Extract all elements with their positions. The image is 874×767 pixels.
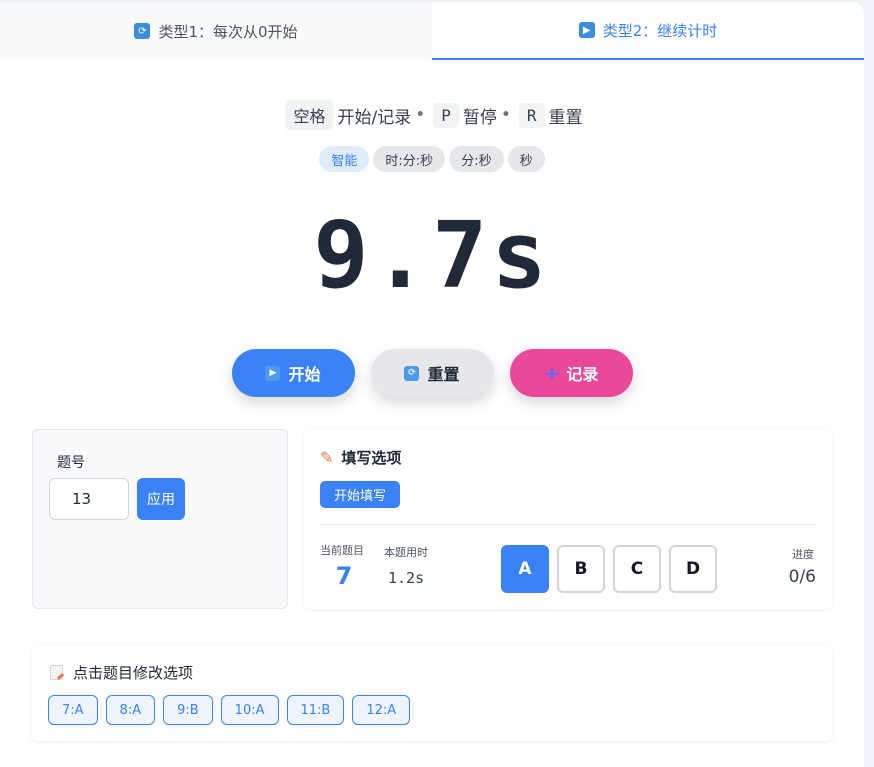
format-selector: 智能 时:分:秒 分:秒 秒 [0,146,864,172]
option-b-button[interactable]: B [557,545,605,593]
apply-button[interactable]: 应用 [137,478,185,520]
history-title-text: 点击题目修改选项 [73,664,194,682]
plus-icon: + [543,361,561,385]
option-d-button[interactable]: D [669,545,717,593]
option-c-button[interactable]: C [613,545,661,593]
refresh-icon: ⟳ [134,23,151,39]
option-a-button[interactable]: A [501,545,549,593]
reset-label: 重置 [427,365,460,384]
fill-panel: ✎ 填写选项 开始填写 当前题目 7 本题用时 1.2s A B C D 进度 … [304,429,832,609]
question-number-input[interactable] [49,478,129,520]
tab-type1-label: 类型1：每次从0开始 [158,22,298,41]
timer-card: ⟳ 类型1：每次从0开始 ▶ 类型2：继续计时 空格 开始/记录 • P 暂停 … [0,2,864,767]
history-title: 点击题目修改选项 [50,662,193,683]
fill-title-text: 填写选项 [341,449,402,467]
space-key: 空格 [285,100,334,130]
history-item[interactable]: 11:B [286,695,345,725]
tab-type2[interactable]: ▶ 类型2：继续计时 [432,2,864,60]
tab-type1[interactable]: ⟳ 类型1：每次从0开始 [0,2,432,60]
divider [320,524,816,525]
memo-icon [50,665,63,680]
history-item[interactable]: 7:A [48,695,98,725]
p-key: P [433,102,459,128]
start-button[interactable]: ▶ 开始 [231,349,355,397]
start-fill-button[interactable]: 开始填写 [320,481,401,508]
history-item[interactable]: 10:A [220,695,279,725]
start-label: 开始 [288,365,321,384]
pause-hint: 暂停 [462,107,497,128]
history-item[interactable]: 12:A [352,695,411,725]
format-ms[interactable]: 分:秒 [449,146,504,172]
question-label: 题号 [57,455,85,471]
current-question-label: 当前题目 [320,544,364,557]
play-icon: ▶ [265,365,281,381]
r-key: R [518,102,545,128]
current-question-value: 7 [335,562,353,590]
format-s[interactable]: 秒 [507,146,545,172]
separator: • [415,105,426,125]
refresh-icon: ⟳ [404,365,420,381]
separator: • [500,105,511,125]
question-time-label: 本题用时 [384,546,428,559]
record-label: 记录 [566,365,599,384]
action-buttons: ▶ 开始 ⟳ 重置 + 记录 [0,349,864,397]
fill-title: ✎ 填写选项 [320,447,401,468]
play-icon: ▶ [578,22,595,38]
format-hms[interactable]: 时:分:秒 [373,146,446,172]
shortcut-hints: 空格 开始/记录 • P 暂停 • R 重置 [0,100,864,130]
question-time-value: 1.2s [388,569,425,587]
timer-display: 9.7s [313,202,551,309]
question-panel: 题号 应用 [32,429,288,609]
reset-hint: 重置 [548,107,583,128]
progress-label: 进度 [792,548,814,561]
history-item[interactable]: 8:A [105,695,156,725]
tab-type2-label: 类型2：继续计时 [602,21,718,40]
format-smart[interactable]: 智能 [319,146,370,172]
pencil-icon: ✎ [320,448,334,467]
history-item[interactable]: 9:B [163,695,213,725]
history-list: 7:A 8:A 9:B 10:A 11:B 12:A [48,695,411,725]
option-buttons: A B C D [501,545,717,593]
record-button[interactable]: + 记录 [509,349,633,397]
reset-button[interactable]: ⟳ 重置 [370,349,494,397]
progress-value: 0/6 [788,567,816,587]
mode-tabs: ⟳ 类型1：每次从0开始 ▶ 类型2：继续计时 [0,2,864,60]
start-hint: 开始/记录 [337,107,412,128]
history-panel: 点击题目修改选项 7:A 8:A 9:B 10:A 11:B 12:A [32,645,832,741]
